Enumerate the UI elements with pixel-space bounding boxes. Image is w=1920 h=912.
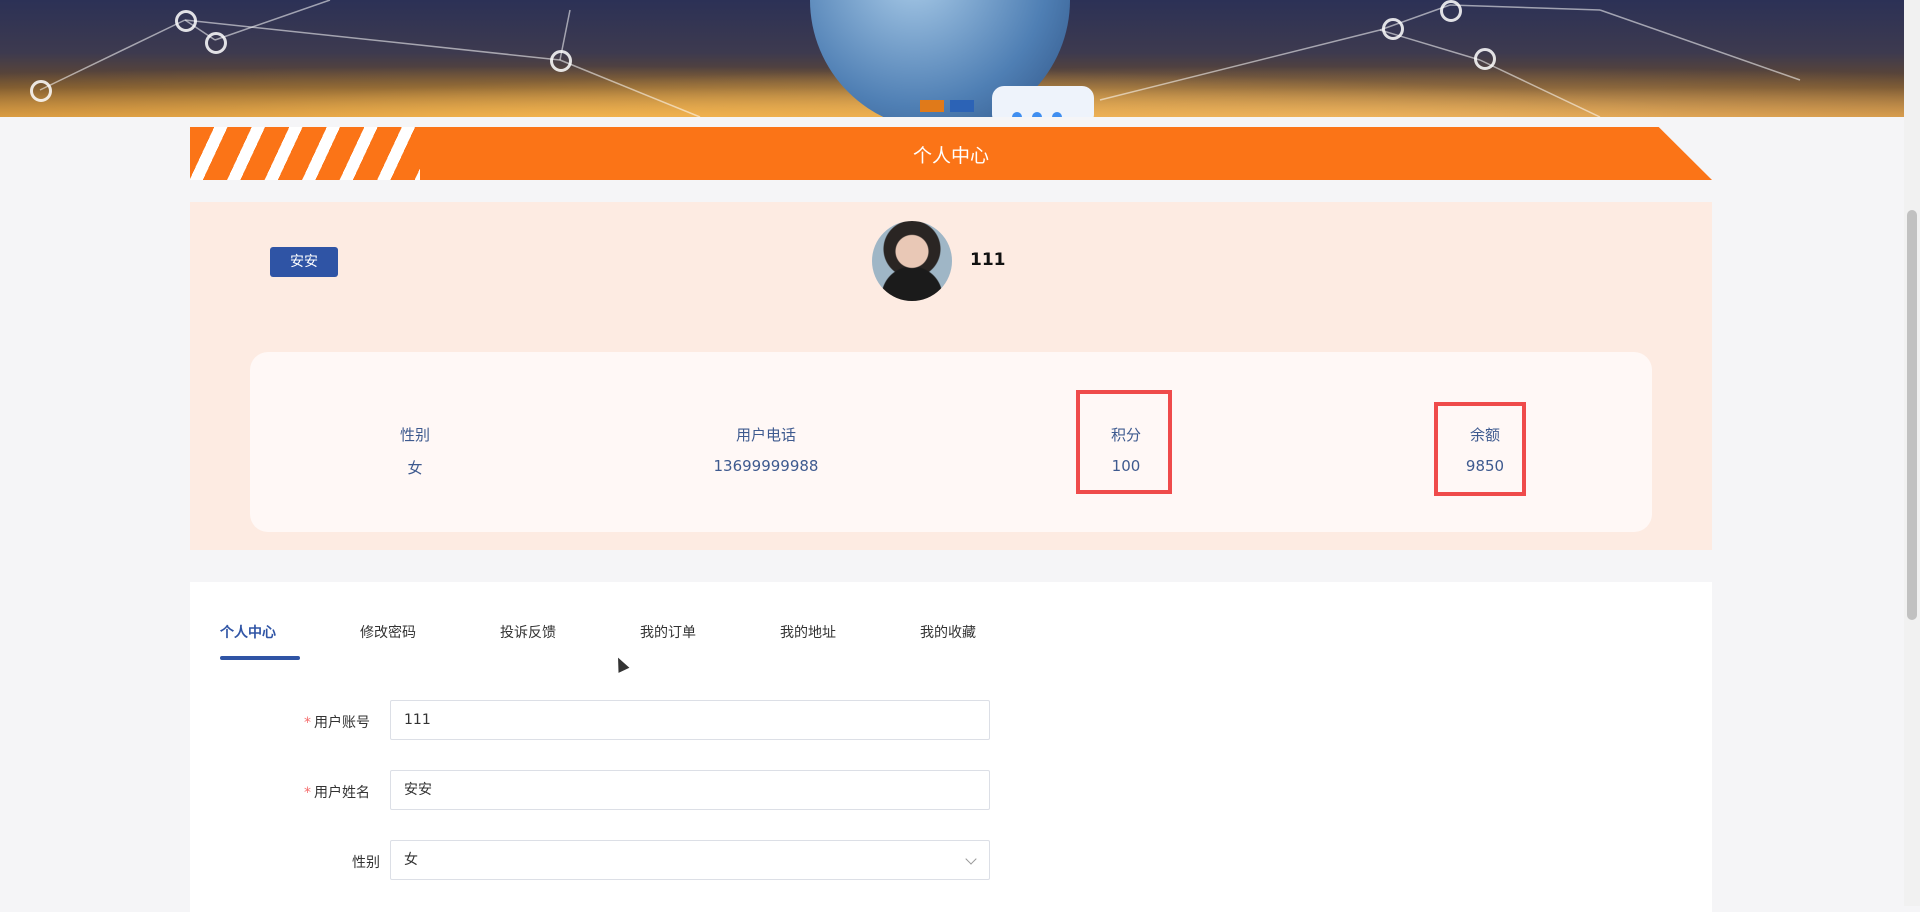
page-title: 个人中心	[912, 145, 989, 167]
account-label: * 用户账号	[304, 712, 370, 732]
network-node-icon	[30, 80, 52, 102]
gender-label: 性别	[352, 855, 380, 871]
points-highlight-box	[1076, 390, 1172, 494]
form-row-name: * 用户姓名 安安	[290, 770, 990, 810]
banner-image	[0, 0, 1904, 117]
page-scrollbar[interactable]	[1904, 0, 1920, 906]
form-row-gender: 性别 女	[290, 840, 990, 880]
network-node-icon	[1382, 18, 1404, 40]
stat-value: 女	[407, 459, 423, 477]
tab-my-favorites[interactable]: 我的收藏	[920, 622, 976, 642]
page-title-bar: 个人中心	[190, 127, 1712, 180]
name-badge: 安安	[270, 247, 338, 277]
account-input[interactable]: 111	[390, 700, 990, 740]
tab-feedback[interactable]: 投诉反馈	[500, 622, 556, 642]
balance-highlight-box	[1434, 402, 1526, 496]
username: 111	[970, 250, 1006, 270]
name-label: * 用户姓名	[304, 782, 370, 802]
tab-change-password[interactable]: 修改密码	[360, 622, 416, 642]
network-node-icon	[1440, 0, 1462, 22]
active-tab-indicator	[220, 656, 300, 660]
stat-phone: 用户电话 13699999988	[676, 424, 856, 475]
network-node-icon	[1474, 48, 1496, 70]
required-mark: *	[304, 715, 311, 731]
network-node-icon	[175, 10, 197, 32]
account-label-text: 用户账号	[314, 715, 370, 731]
chevron-down-icon	[965, 853, 977, 865]
content-panel: 个人中心 修改密码 投诉反馈 我的订单 我的地址 我的收藏 * 用户账号 111 …	[190, 582, 1712, 912]
avatar	[872, 221, 952, 301]
tab-personal-center[interactable]: 个人中心	[220, 622, 276, 642]
stat-label: 用户电话	[735, 426, 796, 444]
name-label-text: 用户姓名	[314, 785, 370, 801]
gender-select[interactable]: 女	[390, 840, 990, 880]
network-node-icon	[550, 50, 572, 72]
stat-label: 性别	[399, 426, 430, 444]
scrollbar-thumb[interactable]	[1907, 210, 1917, 620]
name-input[interactable]: 安安	[390, 770, 990, 810]
carousel-dot[interactable]	[950, 100, 974, 112]
stat-gender: 性别 女	[325, 424, 505, 478]
carousel-indicators[interactable]	[920, 100, 974, 112]
stat-value: 13699999988	[713, 457, 819, 475]
tab-my-orders[interactable]: 我的订单	[640, 622, 696, 642]
chat-bubble-graphic	[992, 86, 1094, 117]
gender-select-value: 女	[404, 852, 418, 868]
form-row-account: * 用户账号 111	[290, 700, 990, 740]
stats-card: 性别 女 用户电话 13699999988 积分 100 余额 9850	[250, 352, 1652, 532]
carousel-dot[interactable]	[920, 100, 944, 112]
profile-panel: 安安 111 性别 女 用户电话 13699999988 积分 100 余额 9…	[190, 202, 1712, 550]
tab-my-addresses[interactable]: 我的地址	[780, 622, 836, 642]
network-node-icon	[205, 32, 227, 54]
required-mark: *	[304, 785, 311, 801]
